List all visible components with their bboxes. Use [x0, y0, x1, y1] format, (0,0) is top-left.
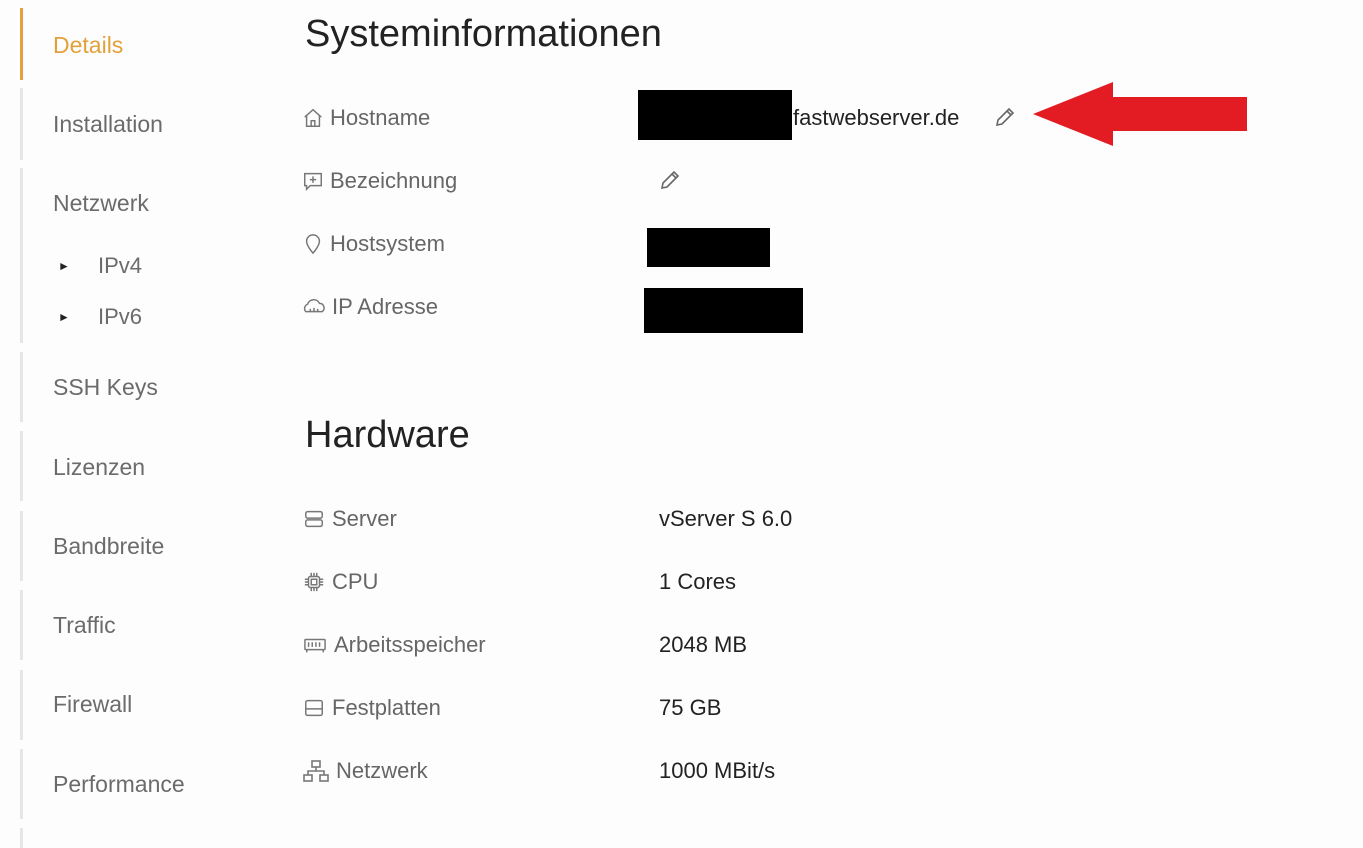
cpu-icon	[304, 572, 324, 592]
nav-divider	[20, 828, 23, 848]
section-title-hardware: Hardware	[305, 414, 470, 456]
netzwerk-label: Netzwerk	[302, 757, 428, 785]
red-arrow-annotation	[1033, 82, 1247, 146]
netzwerk-value: 1000 MBit/s	[659, 758, 776, 783]
nav-divider	[20, 431, 23, 501]
sidebar-subitem-ipv4[interactable]: ► IPv4	[58, 251, 142, 280]
festplatten-label: Festplatten	[302, 694, 441, 722]
arbeitsspeicher-label: Arbeitsspeicher	[302, 631, 486, 659]
redacted-block	[647, 228, 770, 267]
sidebar-item-performance[interactable]: Performance	[53, 770, 185, 798]
row-label-text: Festplatten	[332, 695, 441, 720]
row-label-text: Hostsystem	[330, 231, 445, 256]
row-label-text: Netzwerk	[336, 758, 428, 783]
sidebar: Details Installation Netzwerk ► IPv4 ► IPv…	[0, 0, 260, 848]
triangle-right-icon: ►	[58, 259, 70, 274]
sidebar-subitem-label: IPv4	[98, 253, 143, 279]
triangle-right-icon: ►	[58, 310, 70, 325]
nav-divider	[20, 352, 23, 422]
nav-indicator-active	[20, 8, 23, 80]
memory-icon	[304, 638, 326, 653]
nav-divider	[20, 168, 23, 343]
sidebar-item-traffic[interactable]: Traffic	[53, 611, 116, 639]
row-label-text: Server	[332, 506, 397, 531]
bezeichnung-label: Bezeichnung	[302, 167, 457, 195]
sidebar-item-details[interactable]: Details	[53, 31, 123, 59]
cloud-icon	[303, 298, 325, 313]
row-label-text: Arbeitsspeicher	[334, 632, 486, 657]
ip-adresse-label: IP Adresse	[302, 293, 438, 321]
row-label-text: CPU	[332, 569, 379, 594]
cpu-label: CPU	[302, 568, 378, 596]
nav-divider	[20, 511, 23, 581]
server-label: Server	[302, 505, 397, 533]
row-label-text: IP Adresse	[332, 294, 438, 319]
server-icon	[305, 510, 323, 528]
nav-divider	[20, 88, 23, 160]
network-icon	[303, 760, 329, 782]
hostname-label: Hostname	[302, 104, 430, 132]
redacted-block	[644, 288, 803, 333]
nav-divider	[20, 749, 23, 819]
sidebar-item-installation[interactable]: Installation	[53, 110, 163, 138]
sidebar-item-firewall[interactable]: Firewall	[53, 690, 132, 718]
row-label-text: Hostname	[330, 105, 431, 130]
hdd-icon	[305, 699, 323, 717]
map-pin-icon	[305, 234, 321, 255]
hostsystem-label: Hostsystem	[302, 230, 445, 258]
pencil-icon[interactable]	[993, 105, 1017, 129]
nav-divider	[20, 670, 23, 740]
festplatten-value: 75 GB	[659, 695, 722, 720]
row-label-text: Bezeichnung	[330, 168, 458, 193]
section-title-system: Systeminformationen	[305, 13, 662, 55]
cpu-value: 1 Cores	[659, 569, 737, 594]
home-icon	[304, 108, 322, 127]
sidebar-item-lizenzen[interactable]: Lizenzen	[53, 453, 145, 481]
pencil-icon[interactable]	[658, 168, 682, 192]
nav-divider	[20, 590, 23, 660]
sidebar-item-netzwerk[interactable]: Netzwerk	[53, 189, 149, 217]
sidebar-subitem-ipv6[interactable]: ► IPv6	[58, 302, 142, 331]
hostname-value: fastwebserver.de	[793, 105, 960, 130]
sidebar-item-bandbreite[interactable]: Bandbreite	[53, 532, 164, 560]
comment-plus-icon	[304, 172, 322, 192]
sidebar-subitem-label: IPv6	[98, 304, 143, 330]
server-value: vServer S 6.0	[659, 506, 793, 531]
redacted-block	[638, 90, 792, 140]
sidebar-item-ssh-keys[interactable]: SSH Keys	[53, 373, 158, 401]
arbeitsspeicher-value: 2048 MB	[659, 632, 748, 657]
